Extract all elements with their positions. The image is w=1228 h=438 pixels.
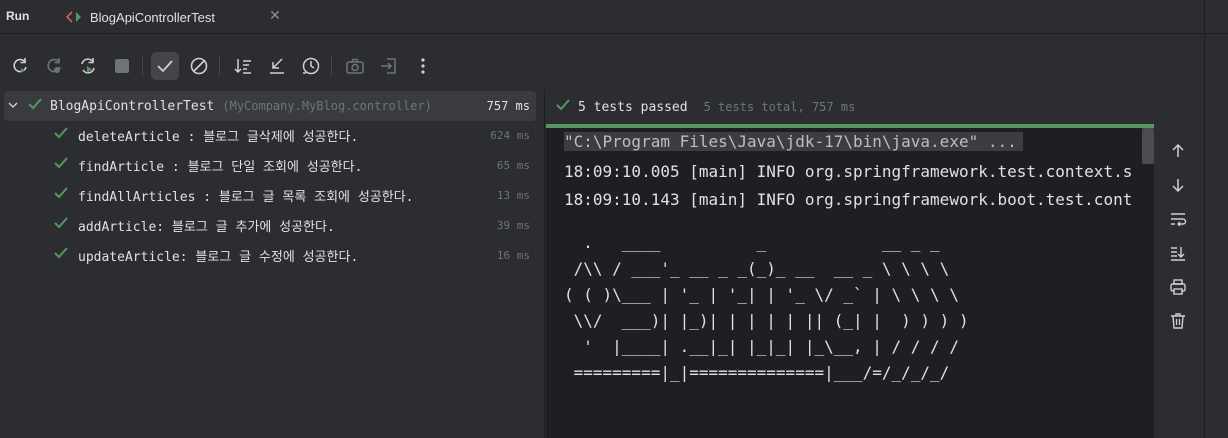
test-history-button[interactable] [297, 52, 325, 80]
soft-wrap-button[interactable] [1164, 205, 1192, 233]
test-results-summary: 5 tests passed 5 tests total, 757 ms [546, 90, 1204, 124]
console-log-line: 18:09:10.143 [main] INFO org.springframe… [564, 190, 1133, 209]
tab-blog-api-controller-test[interactable]: BlogApiControllerTest ✕ [54, 0, 294, 34]
trash-icon [1171, 313, 1185, 329]
toggle-auto-test-button[interactable] [74, 52, 102, 80]
test-passed-icon [54, 157, 78, 173]
rerun-icon [13, 58, 27, 73]
test-name: deleteArticle : 블로그 글삭제에 성공한다. [78, 129, 359, 145]
scroll-to-end-icon [1171, 247, 1185, 261]
collapse-all-button[interactable] [263, 52, 291, 80]
arrow-down-icon [1172, 179, 1184, 193]
test-passed-icon [54, 187, 78, 203]
test-time: 39 ms [496, 218, 530, 232]
rerun-failed-icon [47, 58, 61, 73]
test-passed-icon [54, 247, 78, 263]
rerun-failed-button[interactable] [40, 52, 68, 80]
test-time: 65 ms [496, 158, 530, 172]
export-screenshot-button[interactable] [341, 52, 369, 80]
stop-icon [115, 59, 129, 73]
console-command-line: "C:\Program Files\Java\jdk-17\bin\java.e… [564, 132, 1023, 151]
console-output[interactable]: "C:\Program Files\Java\jdk-17\bin\java.e… [546, 128, 1154, 438]
test-tree: BlogApiControllerTest (MyCompany.MyBlog.… [0, 90, 544, 438]
import-icon [381, 58, 396, 74]
more-options-button[interactable] [409, 52, 437, 80]
toolbar-separator [219, 56, 220, 76]
print-icon [1170, 279, 1186, 295]
close-icon[interactable]: ✕ [268, 9, 282, 23]
spring-banner: . ____ _ __ _ _ /\\ / ___'_ __ _ _(_)_ _… [564, 233, 969, 382]
test-passed-icon [28, 98, 50, 114]
toolbar-separator [331, 56, 332, 76]
test-row[interactable]: findAllArticles : 블로그 글 목록 조회에 성공한다. 13 … [4, 180, 536, 210]
sort-alphabetically-button[interactable] [229, 52, 257, 80]
more-vertical-icon [421, 58, 425, 74]
scroll-down-button[interactable] [1164, 171, 1192, 199]
rerun-button[interactable] [6, 52, 34, 80]
soft-wrap-icon [1171, 213, 1187, 227]
run-toolbar [0, 34, 1204, 90]
test-time: 13 ms [496, 188, 530, 202]
toggle-auto-test-icon [81, 58, 95, 74]
test-name: findArticle : 블로그 단일 조회에 성공한다. [78, 159, 363, 175]
splitter[interactable] [544, 90, 545, 438]
test-passed-icon [54, 127, 78, 143]
no-entry-icon [190, 57, 208, 75]
tests-passed-label: 5 tests passed [578, 99, 688, 115]
show-passed-button[interactable] [151, 52, 179, 80]
tests-total-label: 5 tests total, 757 ms [703, 100, 856, 114]
test-row[interactable]: deleteArticle : 블로그 글삭제에 성공한다. 624 ms [4, 120, 536, 150]
test-run-config-icon [65, 10, 84, 24]
test-row[interactable]: addArticle: 블로그 글 추가에 성공한다. 39 ms [4, 210, 536, 240]
clock-icon [302, 57, 320, 75]
import-tests-button[interactable] [375, 52, 403, 80]
test-name: findAllArticles : 블로그 글 목록 조회에 성공한다. [78, 189, 414, 205]
check-icon [157, 60, 173, 73]
tree-root-row[interactable]: BlogApiControllerTest (MyCompany.MyBlog.… [4, 91, 536, 121]
camera-icon [346, 58, 364, 74]
tests-passed-icon [556, 99, 570, 115]
show-ignored-button[interactable] [185, 52, 213, 80]
sort-icon [234, 59, 251, 74]
tree-root-label: BlogApiControllerTest [50, 98, 215, 114]
test-time: 624 ms [490, 128, 530, 142]
test-name: updateArticle: 블로그 글 수정에 성공한다. [78, 249, 359, 265]
run-panel-title: Run [6, 9, 30, 23]
test-row[interactable]: updateArticle: 블로그 글 수정에 성공한다. 16 ms [4, 240, 536, 270]
scroll-to-end-button[interactable] [1164, 239, 1192, 267]
scroll-up-button[interactable] [1164, 137, 1192, 165]
test-row[interactable]: findArticle : 블로그 단일 조회에 성공한다. 65 ms [4, 150, 536, 180]
test-passed-icon [54, 217, 78, 233]
arrow-up-icon [1172, 143, 1184, 157]
window-right-border [1204, 0, 1205, 438]
collapse-icon [270, 58, 284, 74]
console-scrollbar[interactable] [1142, 128, 1154, 164]
tool-window-header: Run BlogApiControllerTest ✕ [0, 0, 1228, 34]
clear-all-button[interactable] [1164, 307, 1192, 335]
stop-button[interactable] [108, 52, 136, 80]
console-log-line: 18:09:10.005 [main] INFO org.springframe… [564, 162, 1133, 181]
test-time: 16 ms [496, 248, 530, 262]
toolbar-separator [142, 56, 143, 76]
tab-label: BlogApiControllerTest [90, 9, 216, 25]
tree-root-time: 757 ms [486, 99, 530, 113]
test-name: addArticle: 블로그 글 추가에 성공한다. [78, 219, 335, 235]
tree-root-package: (MyCompany.MyBlog.controller) [222, 99, 432, 113]
print-button[interactable] [1164, 273, 1192, 301]
chevron-down-icon[interactable] [8, 99, 22, 114]
